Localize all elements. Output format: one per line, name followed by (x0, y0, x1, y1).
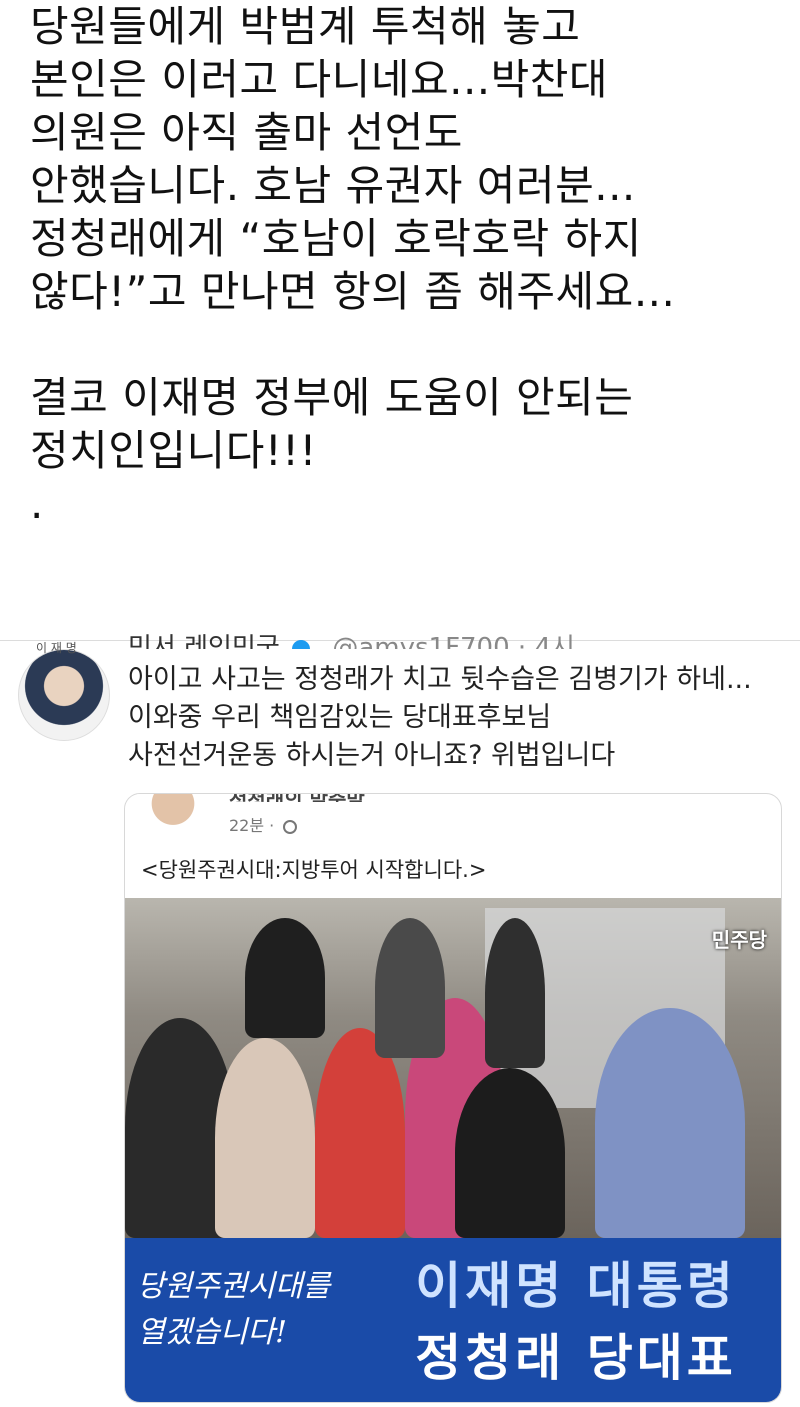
author-handle: @amys1F700 · 4시 (332, 633, 575, 649)
banner-slogan: 당원주권시대를 열겠습니다! (137, 1264, 367, 1356)
post-line: 정청래에게 “호남이 호락호락 하지 (30, 214, 642, 263)
post-blank-line (30, 318, 790, 371)
photo-person (595, 1008, 745, 1238)
campaign-banner: 당원주권시대를 열겠습니다! 이재명 대통령 정청래 당대표 (125, 1238, 781, 1402)
quoted-title: <당원주권시대:지방투어 시작합니다.> (141, 858, 487, 882)
tweet-line: 이와중 우리 책임감있는 당대표후보님 (128, 702, 552, 733)
photo-person (455, 1068, 565, 1238)
banner-slogan-line: 당원주권시대를 (137, 1269, 331, 1304)
post-line: . (30, 479, 44, 528)
tweet-body: 아이고 사고는 정청래가 치고 뒷수습은 김병기가 하네... 이와중 우리 책… (128, 661, 788, 775)
author-avatar[interactable] (18, 649, 110, 741)
photo-person (215, 1038, 315, 1238)
photo-person (375, 918, 445, 1058)
quoted-avatar[interactable] (137, 794, 209, 842)
post-text: 당원들에게 박범계 투척해 놓고 본인은 이러고 다니네요...박찬대 의원은 … (30, 0, 790, 530)
party-logo: 민주당 (711, 928, 767, 952)
banner-headline-line: 정청래 당대표 (415, 1329, 737, 1387)
post-line: 당원들에게 박범계 투척해 놓고 (30, 2, 581, 51)
author-name[interactable]: 민서 레인민국 (128, 633, 280, 649)
tweet-header: 민서 레인민국 @amys1F700 · 4시 (128, 627, 575, 649)
verified-badge-icon (292, 639, 311, 649)
avatar-caption: 이 재 명 (36, 641, 77, 655)
post-line: 결코 이재명 정부에 도움이 안되는 (30, 373, 634, 422)
embedded-tweet[interactable]: 이 재 명 민서 레인민국 @amys1F700 · 4시 아이고 사고는 정청… (0, 633, 800, 1407)
globe-icon (283, 819, 298, 834)
quoted-timestamp: 22분 · (229, 812, 298, 836)
post-line: 안했습니다. 호남 유권자 여러분... (30, 161, 636, 210)
post-line: 본인은 이러고 다니네요...박찬대 (30, 55, 609, 104)
post-line: 의원은 아직 출마 선언도 (30, 108, 463, 157)
photo-person (245, 918, 325, 1038)
post-line: 않다!”고 만나면 항의 좀 해주세요... (30, 267, 676, 316)
photo-person (485, 918, 545, 1068)
photo-person (315, 1028, 405, 1238)
banner-slogan-line: 열겠습니다! (137, 1315, 288, 1350)
quoted-photo[interactable]: 민주당 (125, 898, 781, 1238)
banner-headline-line: 이재명 대통령 (415, 1257, 737, 1315)
quoted-post-card[interactable]: 정청래의 말중말 22분 · <당원주권시대:지방투어 시작합니다.> 민주당 … (124, 793, 782, 1403)
banner-headline: 이재명 대통령 정청래 당대표 (381, 1250, 771, 1394)
tweet-line: 아이고 사고는 정청래가 치고 뒷수습은 김병기가 하네... (128, 664, 752, 695)
quoted-author-name[interactable]: 정청래의 말중말 (229, 794, 365, 802)
tweet-line: 사전선거운동 하시는거 아니죠? 위법입니다 (128, 740, 616, 771)
post-line: 정치인입니다!!! (30, 426, 317, 475)
quoted-time-text: 22분 · (229, 816, 275, 835)
